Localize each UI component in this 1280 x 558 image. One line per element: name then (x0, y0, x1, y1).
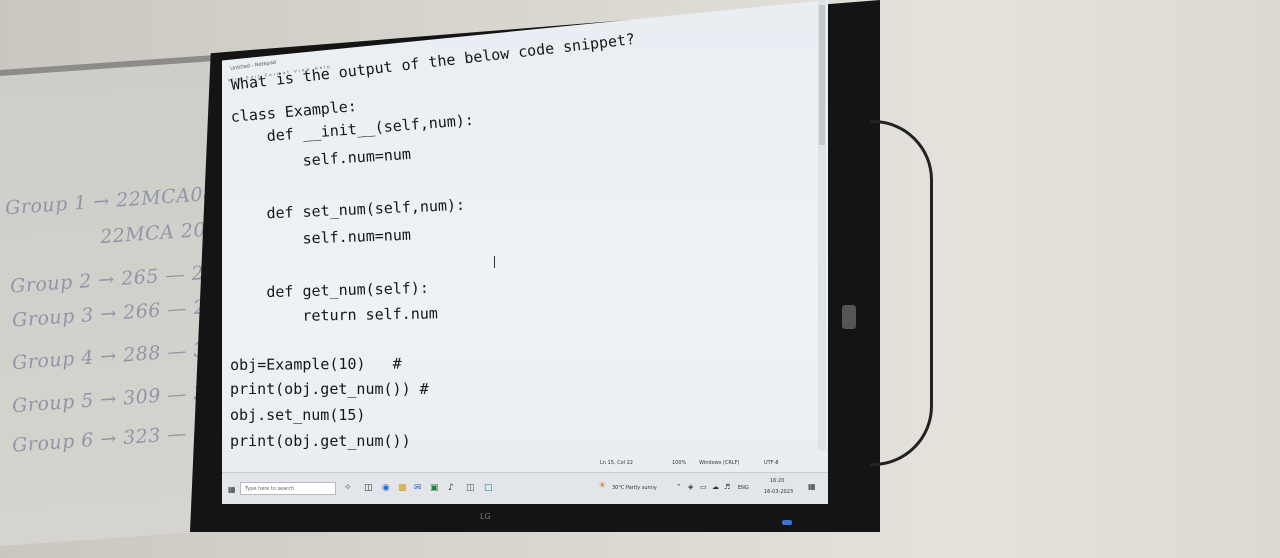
weather-status[interactable]: 30°C Partly sunny (612, 485, 657, 491)
code-line: self.num=num (230, 225, 412, 250)
clock-time[interactable]: 16:20 (770, 478, 784, 484)
app-icon[interactable]: ♪ (448, 483, 454, 493)
tv-brand-logo: LG (480, 512, 491, 521)
cortana-icon[interactable]: ✧ (344, 483, 352, 493)
edge-browser-icon[interactable]: ◉ (382, 483, 390, 493)
windows-start-icon[interactable]: ▦ (228, 485, 236, 494)
onedrive-icon[interactable]: ☁ (712, 483, 719, 491)
mail-icon[interactable]: ✉ (414, 483, 422, 493)
store-icon[interactable]: ▣ (430, 483, 439, 493)
code-line: obj=Example(10) # (230, 354, 402, 374)
network-icon[interactable]: ◈ (688, 483, 693, 491)
editor-text-area[interactable]: What is the output of the below code sni… (230, 30, 820, 450)
task-view-icon[interactable]: ◫ (364, 483, 373, 493)
volume-icon[interactable]: ♬ (724, 483, 730, 491)
file-explorer-icon[interactable]: ▩ (398, 483, 407, 493)
app-icon[interactable]: ◫ (466, 483, 475, 493)
code-line: self.num=num (230, 144, 412, 174)
notification-icon[interactable]: ▦ (808, 482, 816, 491)
code-line: def get_num(self): (230, 278, 430, 302)
code-line: print(obj.get_num()) (230, 432, 411, 450)
zoom-level: 100% (672, 460, 687, 466)
code-line: obj.set_num(15) (230, 406, 366, 424)
code-line: What is the output of the below code sni… (230, 29, 636, 94)
power-led-icon (782, 520, 792, 525)
app-icon[interactable]: □ (484, 483, 493, 493)
code-line: print(obj.get_num()) # (230, 380, 429, 398)
battery-icon[interactable]: ▭ (700, 483, 707, 491)
tv-side-button[interactable] (842, 305, 856, 329)
code-line: return self.num (230, 304, 439, 326)
taskbar: ▦ Type here to search ✧ ◫ ◉ ▩ ✉ ▣ ♪ ◫ □ … (222, 472, 828, 504)
taskbar-search-input[interactable]: Type here to search (240, 482, 336, 495)
window-title: Untitled - Notepad (230, 59, 277, 72)
chevron-up-icon[interactable]: ⌃ (676, 483, 682, 491)
scrollbar-thumb[interactable] (819, 5, 825, 145)
clock-date[interactable]: 16-03-2023 (764, 489, 793, 495)
encoding: UTF-8 (764, 460, 779, 466)
code-line: def set_num(self,num): (230, 195, 466, 224)
power-cable (870, 120, 933, 466)
status-bar: Ln 15, Col 22 100% Windows (CRLF) UTF-8 (222, 458, 828, 470)
cursor-position: Ln 15, Col 22 (600, 460, 633, 466)
line-ending: Windows (CRLF) (699, 460, 740, 466)
mouse-ibeam-cursor-icon (494, 256, 495, 268)
tv-screen: Untitled - Notepad File Edit Format View… (222, 0, 828, 504)
weather-icon: ☀ (598, 481, 607, 491)
input-language[interactable]: ENG (738, 485, 749, 491)
